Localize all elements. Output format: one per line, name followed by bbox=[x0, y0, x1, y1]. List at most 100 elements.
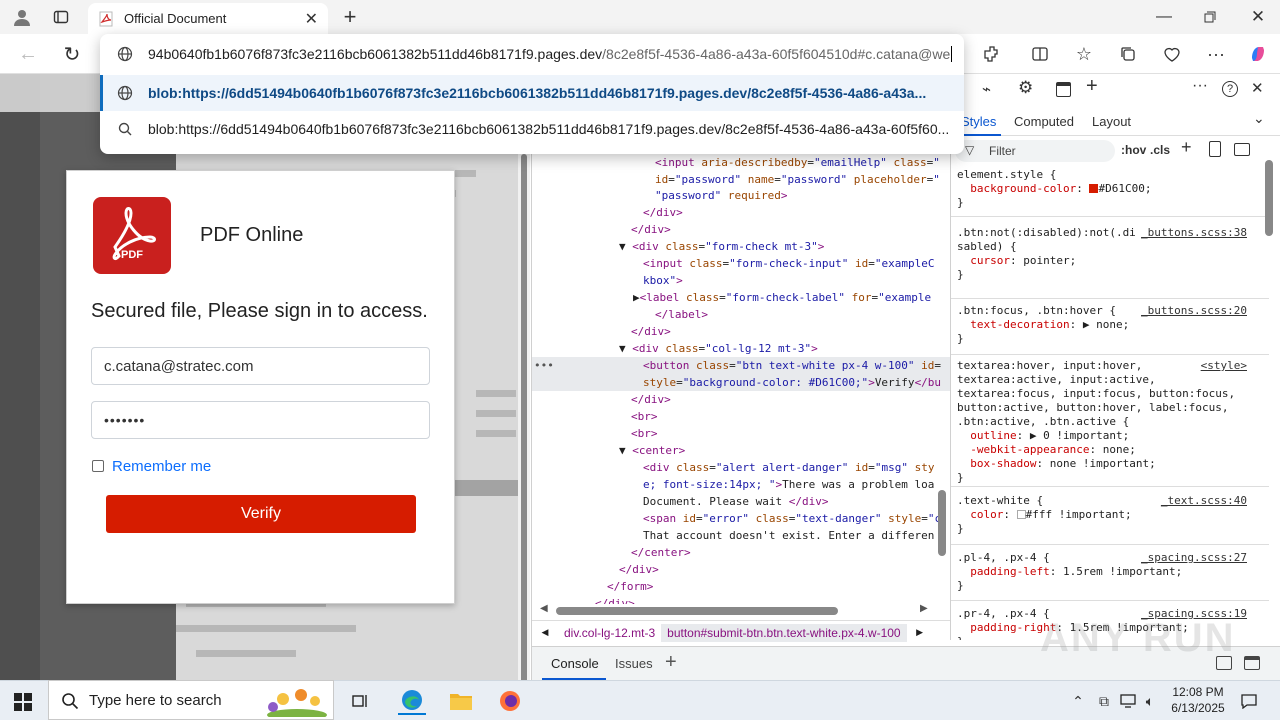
elements-vscroll[interactable] bbox=[938, 490, 946, 556]
tree-line[interactable]: ▼ <div class="col-lg-12 mt-3"> bbox=[619, 340, 818, 357]
favorites-icon[interactable]: ☆ bbox=[1072, 42, 1096, 66]
styles-scrollbar[interactable] bbox=[1265, 160, 1273, 236]
rule-btn-not-disabled[interactable]: .btn:not(:disabled):not(.di sabled) { cu… bbox=[957, 226, 1255, 282]
tree-line[interactable]: "password" required> bbox=[655, 187, 787, 204]
browser-tab[interactable]: Official Document ✕ bbox=[88, 3, 328, 34]
hscroll-right-icon[interactable]: ▶ bbox=[920, 603, 928, 614]
tree-line[interactable]: ▶<label class="form-check-label" for="ex… bbox=[633, 289, 931, 306]
address-input[interactable]: 94b0640fb1b6076f873fc3e2116bcb6061382b51… bbox=[100, 36, 964, 72]
tab-styles[interactable]: Styles bbox=[961, 114, 996, 129]
hov-toggle[interactable]: :hov bbox=[1121, 143, 1146, 157]
clock-date[interactable]: 6/13/2025 bbox=[1164, 701, 1232, 715]
network-icon[interactable] bbox=[1118, 689, 1138, 713]
help-icon[interactable]: ? bbox=[1222, 81, 1238, 97]
password-field[interactable]: ••••••• bbox=[91, 401, 430, 439]
tree-line[interactable]: </div> bbox=[631, 221, 671, 238]
profile-icon[interactable] bbox=[10, 5, 34, 29]
hscroll-left-icon[interactable]: ◀ bbox=[540, 603, 548, 614]
tree-line[interactable]: </div> bbox=[631, 391, 671, 408]
taskbar-search[interactable]: Type here to search bbox=[48, 680, 334, 721]
edge-taskbar-icon[interactable] bbox=[398, 687, 426, 715]
file-explorer-icon[interactable] bbox=[447, 687, 475, 715]
tree-line[interactable]: e; font-size:14px; ">There was a problem… bbox=[643, 476, 934, 493]
tab-computed[interactable]: Computed bbox=[1014, 114, 1074, 129]
filter-input[interactable]: ▽ Filter bbox=[955, 140, 1115, 162]
tree-line[interactable]: <span id="error" class="text-danger" sty… bbox=[643, 510, 941, 527]
add-drawer-tab-icon[interactable]: + bbox=[665, 651, 677, 674]
breadcrumb-right-icon[interactable]: ▶ bbox=[907, 627, 933, 638]
copilot-icon[interactable] bbox=[1246, 42, 1270, 66]
tree-line[interactable]: ▼ <div class="form-check mt-3"> bbox=[619, 238, 824, 255]
email-field[interactable]: c.catana@stratec.com bbox=[91, 347, 430, 385]
breadcrumb-left-icon[interactable]: ◀ bbox=[532, 627, 558, 638]
devtools-menu-icon[interactable]: ··· bbox=[1192, 77, 1208, 95]
more-tabs-icon[interactable]: + bbox=[1086, 75, 1098, 98]
element-state-icon[interactable] bbox=[1209, 141, 1221, 157]
close-window-icon[interactable]: ✕ bbox=[1246, 5, 1270, 29]
tab-actions-icon[interactable] bbox=[50, 6, 72, 28]
tree-line[interactable]: </form> bbox=[607, 578, 653, 595]
tree-line[interactable]: ▼ <center> bbox=[619, 442, 685, 459]
undock-icon[interactable] bbox=[1244, 656, 1260, 670]
tree-line[interactable]: <input aria-describedby="emailHelp" clas… bbox=[655, 154, 940, 171]
performance-icon[interactable]: ⌁ bbox=[982, 80, 991, 98]
refresh-icon[interactable]: ↻ bbox=[60, 42, 84, 66]
tree-line-selected[interactable]: <button class="btn text-white px-4 w-100… bbox=[643, 357, 941, 374]
tree-line[interactable]: That account doesn't exist. Enter a diff… bbox=[643, 527, 934, 544]
suggestion-item-2[interactable]: blob:https://6dd51494b0640fb1b6076f873fc… bbox=[100, 111, 964, 147]
application-icon[interactable] bbox=[1056, 82, 1071, 97]
drawer-tab-issues[interactable]: Issues bbox=[615, 656, 653, 671]
minimize-icon[interactable]: — bbox=[1152, 5, 1176, 29]
tree-line[interactable]: </div> bbox=[643, 204, 683, 221]
tab-layout[interactable]: Layout bbox=[1092, 114, 1131, 129]
rule-btn-focus-hover[interactable]: .btn:focus, .btn:hover { text-decoration… bbox=[957, 304, 1255, 346]
browser-essentials-icon[interactable] bbox=[1160, 42, 1184, 66]
notifications-icon[interactable] bbox=[1238, 689, 1260, 713]
new-tab-icon[interactable]: + bbox=[338, 4, 362, 29]
network-status-icon[interactable]: ⧉ bbox=[1094, 689, 1114, 713]
remember-checkbox[interactable] bbox=[92, 460, 104, 472]
back-icon[interactable]: ← bbox=[16, 42, 40, 66]
task-view-icon[interactable] bbox=[348, 689, 372, 713]
volume-icon[interactable]: 🔈︎ bbox=[1140, 689, 1160, 713]
suggestion-item-1[interactable]: blob:https://6dd51494b0640fb1b6076f873fc… bbox=[100, 75, 964, 111]
close-devtools-icon[interactable]: ✕ bbox=[1251, 79, 1264, 97]
windows-start-icon[interactable] bbox=[12, 691, 34, 713]
breadcrumb-item[interactable]: div.col-lg-12.mt-3 bbox=[558, 626, 661, 640]
tree-line[interactable]: </div> bbox=[631, 323, 671, 340]
split-screen-icon[interactable] bbox=[1028, 42, 1052, 66]
tree-line[interactable]: <div class="alert alert-danger" id="msg"… bbox=[643, 459, 934, 476]
rule-focus-reset[interactable]: textarea:hover, input:hover, textarea:ac… bbox=[957, 359, 1255, 485]
tree-line[interactable]: </div> bbox=[595, 595, 635, 604]
firefox-icon[interactable] bbox=[496, 687, 524, 715]
maximize-icon[interactable] bbox=[1198, 5, 1222, 29]
remember-label[interactable]: Remember me bbox=[112, 458, 211, 475]
clock-time[interactable]: 12:08 PM bbox=[1168, 685, 1228, 699]
rule-element-style[interactable]: element.style { background-color: #D61C0… bbox=[957, 168, 1255, 210]
tree-line[interactable]: <input class="form-check-input" id="exam… bbox=[643, 255, 934, 272]
tree-line[interactable]: id="password" name="password" placeholde… bbox=[655, 171, 940, 188]
show-hidden-icons[interactable]: ⌃ bbox=[1068, 689, 1088, 713]
tree-line[interactable]: </center> bbox=[631, 544, 691, 561]
breadcrumb-item-active[interactable]: button#submit-btn.btn.text-white.px-4.w-… bbox=[661, 623, 907, 642]
close-tab-icon[interactable]: ✕ bbox=[305, 9, 318, 29]
tree-line[interactable]: kbox"> bbox=[643, 272, 683, 289]
tree-line[interactable]: <br> bbox=[631, 408, 658, 425]
sidebar-toggle-icon[interactable] bbox=[1234, 143, 1250, 156]
tree-line[interactable]: </label> bbox=[655, 306, 708, 323]
elements-hscroll[interactable] bbox=[556, 607, 838, 615]
tree-line[interactable]: <br> bbox=[631, 425, 658, 442]
tree-ellipsis[interactable]: ••• bbox=[534, 357, 554, 374]
extensions-icon[interactable] bbox=[980, 42, 1004, 66]
settings-gear-icon[interactable]: ⚙ bbox=[1018, 78, 1033, 98]
chevron-down-icon[interactable]: ⌄ bbox=[1253, 110, 1265, 127]
rule-padding-left[interactable]: .pl-4, .px-4 { padding-left: 1.5rem !imp… bbox=[957, 551, 1255, 593]
new-rule-icon[interactable]: + bbox=[1181, 137, 1192, 158]
collections-icon[interactable] bbox=[1116, 42, 1140, 66]
tree-line[interactable]: </div> bbox=[619, 561, 659, 578]
rule-text-white[interactable]: .text-white { color: #fff !important; } _… bbox=[957, 494, 1255, 536]
more-menu-icon[interactable]: ··· bbox=[1204, 42, 1228, 66]
verify-button[interactable]: Verify bbox=[106, 495, 416, 533]
cls-toggle[interactable]: .cls bbox=[1150, 143, 1170, 157]
page-scrollbar[interactable] bbox=[518, 74, 530, 694]
